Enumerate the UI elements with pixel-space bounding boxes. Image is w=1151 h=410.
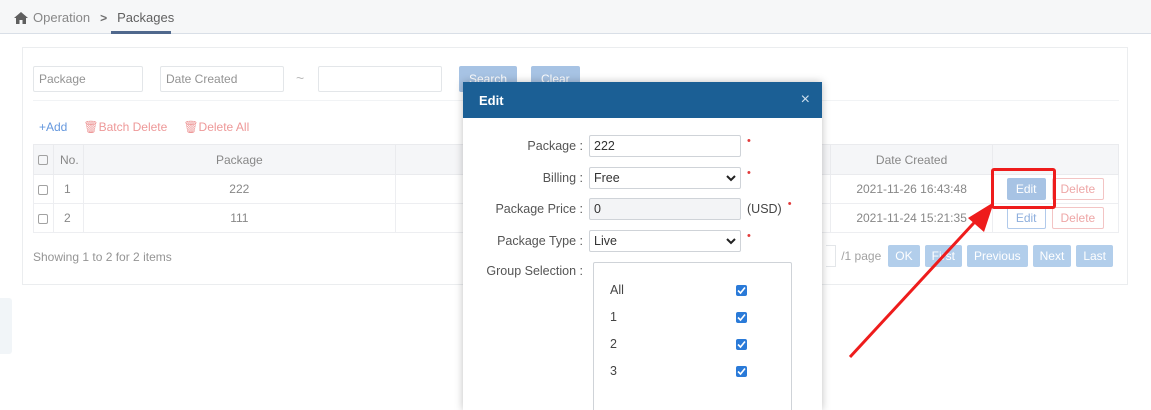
price-row: Package Price : 0 (USD) •: [463, 198, 792, 220]
group-selection-label: Group Selection :: [486, 264, 583, 278]
price-unit: (USD): [747, 202, 782, 216]
required-mark: •: [747, 230, 751, 242]
price-label: Package Price :: [495, 202, 583, 216]
required-mark: •: [787, 198, 792, 210]
package-label: Package :: [527, 139, 583, 153]
package-name-value: 222: [594, 139, 615, 153]
package-type-select[interactable]: Live: [589, 230, 741, 252]
required-mark: •: [747, 167, 751, 179]
edit-modal: Edit × Package : 222 • Billing : Free • …: [463, 82, 822, 410]
billing-row: Billing : Free •: [463, 167, 751, 189]
package-price-value: 0: [594, 202, 601, 216]
group-item-label: 1: [610, 310, 617, 324]
billing-value: Free: [594, 171, 620, 185]
chevron-down-icon: [726, 237, 736, 244]
billing-label: Billing :: [542, 171, 583, 185]
checkmark-icon: [737, 313, 746, 322]
billing-select[interactable]: Free: [589, 167, 741, 189]
group-selection-list: All 1 2 3: [593, 262, 792, 410]
package-type-value: Live: [594, 234, 617, 248]
modal-header: Edit ×: [463, 82, 822, 118]
package-price-field[interactable]: 0: [589, 198, 741, 220]
package-type-label: Package Type :: [497, 234, 583, 248]
edit-button-highlight: [991, 168, 1056, 209]
chevron-down-icon: [726, 174, 736, 181]
required-mark: •: [747, 135, 751, 147]
checkmark-icon: [737, 340, 746, 349]
checkmark-icon: [737, 367, 746, 376]
group-checkbox-1[interactable]: [736, 312, 747, 323]
group-checkbox-3[interactable]: [736, 366, 747, 377]
package-row: Package : 222 •: [463, 135, 751, 157]
group-row: Group Selection :: [463, 264, 589, 278]
close-icon[interactable]: ×: [801, 91, 810, 109]
group-checkbox-2[interactable]: [736, 339, 747, 350]
group-checkbox-all[interactable]: [736, 285, 747, 296]
group-item-label: 2: [610, 337, 617, 351]
group-item-label: All: [610, 283, 624, 297]
checkmark-icon: [737, 286, 746, 295]
package-name-field[interactable]: 222: [589, 135, 741, 157]
group-item-label: 3: [610, 364, 617, 378]
type-row: Package Type : Live •: [463, 230, 751, 252]
modal-title: Edit: [479, 92, 504, 108]
